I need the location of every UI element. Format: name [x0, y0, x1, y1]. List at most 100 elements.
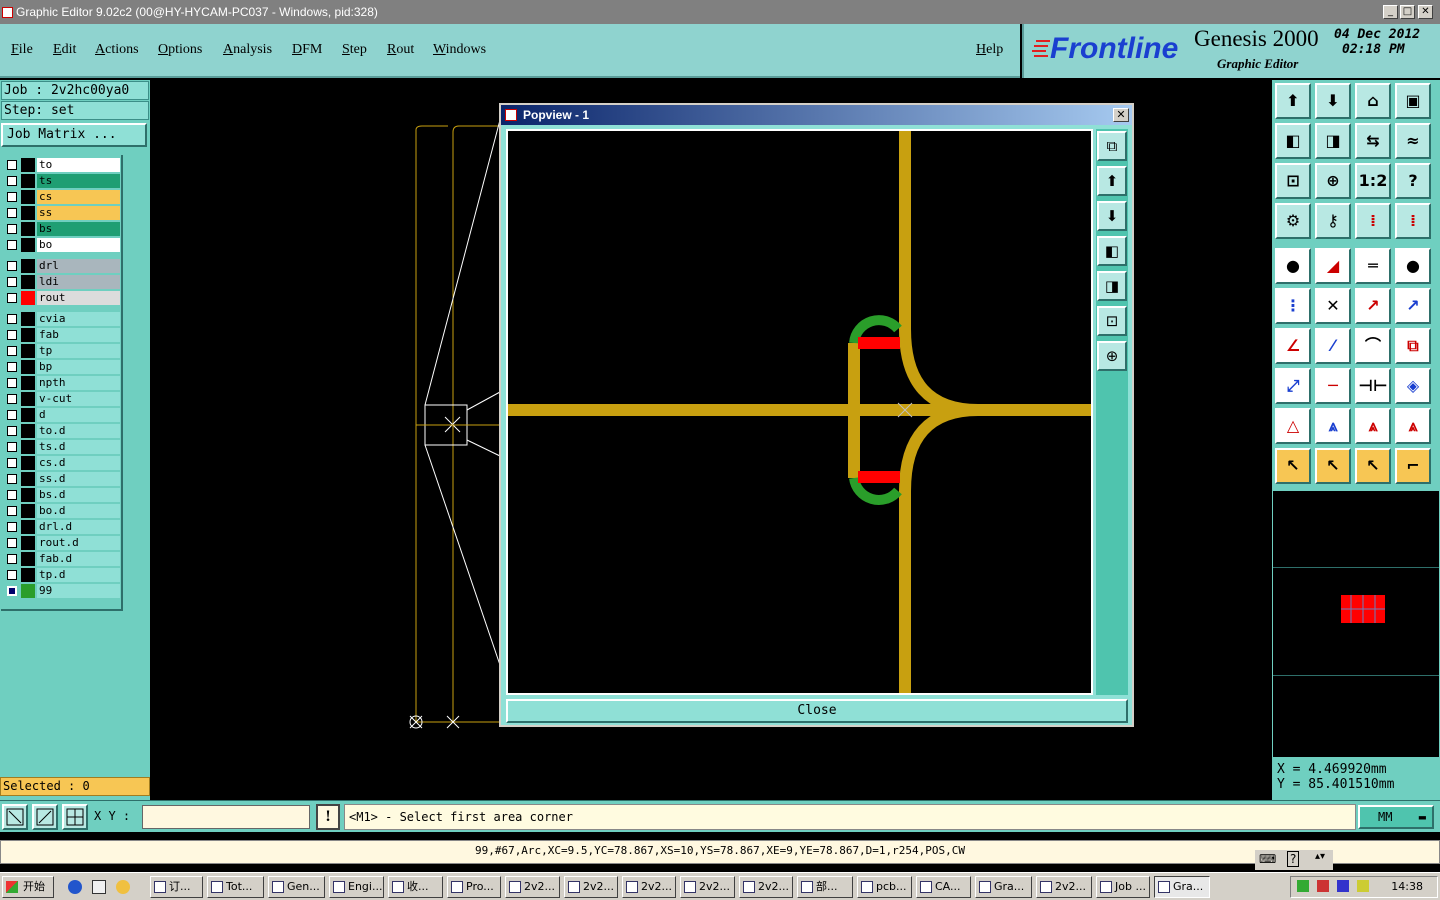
menu-file[interactable]: File — [11, 42, 33, 58]
tray-icon[interactable] — [1297, 880, 1309, 892]
menu-edit[interactable]: Edit — [53, 42, 76, 58]
layer-color-swatch[interactable] — [21, 222, 35, 236]
layer-name[interactable]: to — [37, 158, 120, 172]
layer-checkbox[interactable] — [7, 458, 17, 468]
menu-actions[interactable]: Actions — [95, 42, 139, 58]
layer-checkbox[interactable] — [7, 410, 17, 420]
layer-row-ts[interactable]: ts — [1, 173, 121, 189]
layer-name[interactable]: ss — [37, 206, 120, 220]
popview-canvas[interactable] — [506, 129, 1093, 695]
layer-color-swatch[interactable] — [21, 472, 35, 486]
help-question-icon[interactable]: ? — [1287, 851, 1300, 867]
angle-snap-icon[interactable] — [32, 804, 58, 830]
taskbar-item[interactable]: CA... — [916, 876, 971, 898]
layer-row-v-cut[interactable]: v-cut — [1, 391, 121, 407]
layer-color-swatch[interactable] — [21, 584, 35, 598]
layer-checkbox[interactable] — [7, 394, 17, 404]
menu-analysis[interactable]: Analysis — [223, 42, 272, 58]
layer-color-swatch[interactable] — [21, 504, 35, 518]
ie-icon[interactable] — [68, 880, 82, 894]
desktop-icon[interactable] — [92, 880, 106, 894]
layer-checkbox[interactable] — [7, 442, 17, 452]
layer-name[interactable]: cs — [37, 190, 120, 204]
layer-checkbox[interactable] — [7, 192, 17, 202]
taskbar-item[interactable]: 收... — [388, 876, 443, 898]
fit-view-icon[interactable]: ⊡ — [1275, 163, 1311, 199]
query-icon[interactable]: ? — [1395, 163, 1431, 199]
layer-name[interactable]: bs.d — [37, 488, 120, 502]
vertex-icon[interactable]: ⩓ — [1315, 408, 1351, 444]
layer-color-swatch[interactable] — [21, 259, 35, 273]
layer-name[interactable]: v-cut — [37, 392, 120, 406]
popview-center-icon[interactable]: ⊕ — [1097, 341, 1127, 371]
layer-color-swatch[interactable] — [21, 190, 35, 204]
layer-name[interactable]: cs.d — [37, 456, 120, 470]
layer-checkbox[interactable] — [7, 160, 17, 170]
layer-checkbox[interactable] — [7, 277, 17, 287]
taskbar-item[interactable]: pcb... — [857, 876, 912, 898]
layer-name[interactable]: ts — [37, 174, 120, 188]
taskbar-item[interactable]: Gra... — [975, 876, 1032, 898]
layer-compare-icon[interactable]: ⁞ — [1355, 203, 1391, 239]
layer-color-swatch[interactable] — [21, 568, 35, 582]
delete-icon[interactable]: ✕ — [1315, 288, 1351, 324]
layer-row-fab[interactable]: fab — [1, 327, 121, 343]
layer-checkbox[interactable] — [7, 378, 17, 388]
popview-zoom-in-icon[interactable]: ⬆ — [1097, 166, 1127, 196]
move-icon[interactable]: ↗ — [1355, 288, 1391, 324]
route-icon[interactable]: ⌐ — [1395, 448, 1431, 484]
popview-close-button[interactable]: Close — [506, 699, 1128, 723]
connect-icon[interactable]: ⋮ — [1275, 288, 1311, 324]
taskbar-item[interactable]: 2v2... — [564, 876, 618, 898]
layer-checkbox[interactable] — [7, 426, 17, 436]
layer-name[interactable]: bo.d — [37, 504, 120, 518]
layer-row-drl-d[interactable]: drl.d — [1, 519, 121, 535]
center-view-icon[interactable]: ⊕ — [1315, 163, 1351, 199]
layer-row-fab-d[interactable]: fab.d — [1, 551, 121, 567]
layer-row-bs-d[interactable]: bs.d — [1, 487, 121, 503]
layer-name[interactable]: drl — [37, 259, 120, 273]
select-icon[interactable]: ↖ — [1275, 448, 1311, 484]
layer-row-ss-d[interactable]: ss.d — [1, 471, 121, 487]
tray-icon[interactable] — [1317, 880, 1329, 892]
layer-name[interactable]: 99 — [37, 584, 120, 598]
layer-checkbox[interactable] — [7, 293, 17, 303]
taskbar-item[interactable]: Engi... — [329, 876, 384, 898]
taskbar-item[interactable]: 2v2... — [1036, 876, 1092, 898]
layer-checkbox[interactable] — [7, 522, 17, 532]
snap-icon[interactable] — [2, 804, 28, 830]
media-icon[interactable] — [116, 880, 130, 894]
polygon-icon[interactable]: ⩓ — [1355, 408, 1391, 444]
transform-icon[interactable]: ⤢ — [1275, 368, 1311, 404]
layer-name[interactable]: rout.d — [37, 536, 120, 550]
zoom-area-icon[interactable]: ⌂ — [1355, 83, 1391, 119]
layer-name[interactable]: bo — [37, 238, 120, 252]
job-matrix-button[interactable]: Job Matrix ... — [1, 123, 147, 147]
add-pad-icon[interactable]: ● — [1275, 248, 1311, 284]
taskbar-item[interactable]: Job ... — [1096, 876, 1150, 898]
select-net-icon[interactable]: ↖ — [1355, 448, 1391, 484]
layer-name[interactable]: bs — [37, 222, 120, 236]
menu-rout[interactable]: Rout — [387, 42, 414, 58]
layer-row-drl[interactable]: drl — [1, 258, 121, 274]
select-box-icon[interactable]: ↖ — [1315, 448, 1351, 484]
taskbar-item[interactable]: Tot... — [207, 876, 264, 898]
layer-row-ldi[interactable]: ldi — [1, 274, 121, 290]
layer-color-swatch[interactable] — [21, 424, 35, 438]
bridge-icon[interactable]: ⩓ — [1395, 408, 1431, 444]
taskbar-item[interactable]: Pro... — [447, 876, 501, 898]
taskbar-item[interactable]: Gra... — [1154, 876, 1210, 898]
alert-icon[interactable]: ! — [316, 804, 340, 830]
redraw-icon[interactable]: ≈ — [1395, 123, 1431, 159]
layer-color-swatch[interactable] — [21, 328, 35, 342]
layer-row-bo-d[interactable]: bo.d — [1, 503, 121, 519]
line-icon[interactable]: ⁄ — [1315, 328, 1351, 364]
close-window-button[interactable]: ✕ — [1418, 5, 1433, 19]
layer-color-swatch[interactable] — [21, 456, 35, 470]
layer-name[interactable]: npth — [37, 376, 120, 390]
layer-checkbox[interactable] — [7, 506, 17, 516]
add-circle-icon[interactable]: ● — [1395, 248, 1431, 284]
mirror-icon[interactable]: ⧉ — [1395, 328, 1431, 364]
layer-checkbox[interactable] — [7, 208, 17, 218]
layer-color-swatch[interactable] — [21, 312, 35, 326]
